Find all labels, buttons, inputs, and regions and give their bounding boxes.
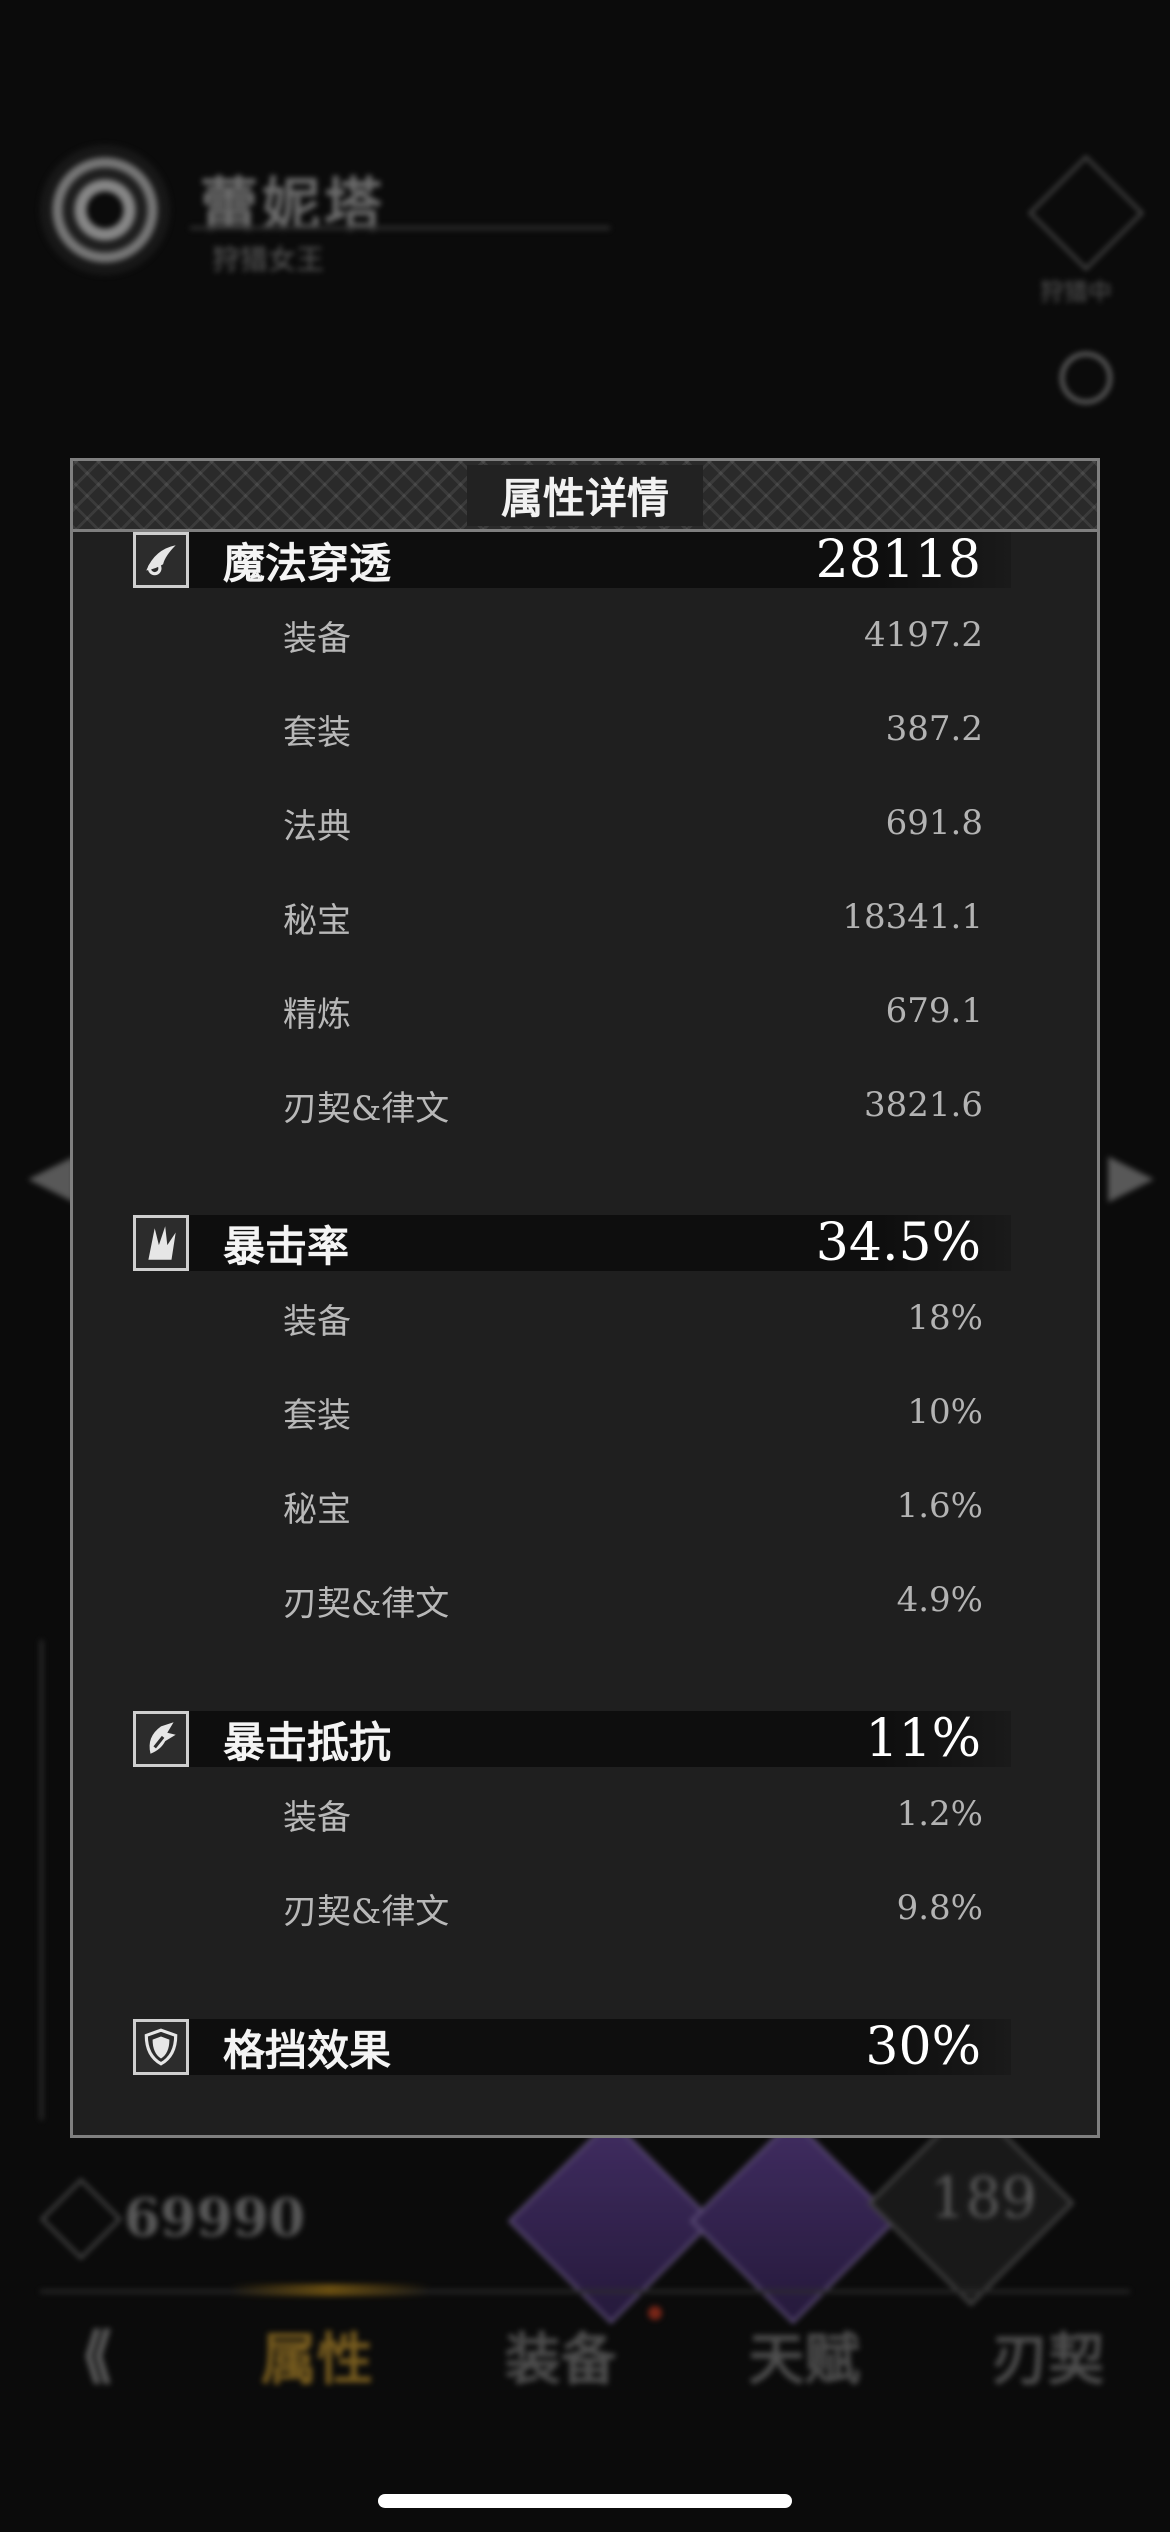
source-value: 1.2% xyxy=(896,1794,983,1834)
character-subtitle: 狩猎女王 xyxy=(212,243,325,276)
tab-equipment[interactable]: 装备 xyxy=(439,2315,683,2396)
source-value: 4.9% xyxy=(896,1580,983,1620)
chevron-left-icon[interactable]: ◀ xyxy=(28,1140,74,1210)
source-value: 18% xyxy=(907,1298,983,1338)
source-value: 9.8% xyxy=(896,1888,983,1928)
stat-section-crit-rate: 暴击率 34.5% xyxy=(133,1213,1011,1273)
bottom-tabbar: ⟪ 属性 装备 天赋 刃契 xyxy=(0,2300,1170,2410)
power-crown-icon xyxy=(39,2177,123,2260)
stat-source-row: 装备 18% xyxy=(283,1293,983,1343)
source-label: 刃契&律文 xyxy=(283,1088,450,1129)
source-label: 秘宝 xyxy=(283,900,351,941)
power-value: 69990 xyxy=(124,2188,305,2249)
stat-name: 格挡效果 xyxy=(223,2025,392,2075)
stat-value: 11% xyxy=(865,1709,981,1769)
stat-source-row: 秘宝 18341.1 xyxy=(283,892,983,942)
source-label: 法典 xyxy=(283,806,351,847)
tabbar-divider xyxy=(40,2290,1130,2293)
stat-source-row: 刃契&律文 4.9% xyxy=(283,1575,983,1625)
source-label: 刃契&律文 xyxy=(283,1891,450,1932)
stat-section-magic-penetration: 魔法穿透 28118 xyxy=(133,532,1011,590)
crit-resist-icon xyxy=(133,1711,189,1767)
hunting-emblem-label: 狩猎中 xyxy=(1040,278,1112,306)
swirl-logo-icon xyxy=(40,145,170,275)
modal-scroll-body[interactable]: 魔法穿透 28118 装备 4197.2 套装 387.2 法典 691.8 秘宝 18… xyxy=(73,532,1097,2135)
level-value: 189 xyxy=(930,2166,1037,2231)
source-value: 10% xyxy=(907,1392,983,1432)
stat-value: 30% xyxy=(865,2017,981,2077)
shield-icon xyxy=(133,2019,189,2075)
crit-rate-icon xyxy=(133,1215,189,1271)
stat-name: 暴击抵抗 xyxy=(223,1717,392,1767)
stat-source-row: 套装 387.2 xyxy=(283,704,983,754)
skill-slot-1[interactable] xyxy=(507,2117,715,2325)
power-display: 69990 xyxy=(39,2177,305,2260)
source-value: 1.6% xyxy=(896,1486,983,1526)
stat-source-row: 装备 1.2% xyxy=(283,1789,983,1839)
stat-name: 魔法穿透 xyxy=(223,538,392,588)
stat-section-crit-resist: 暴击抵抗 11% xyxy=(133,1709,1011,1769)
stat-source-row: 刃契&律文 3821.6 xyxy=(283,1080,983,1130)
source-value: 18341.1 xyxy=(842,897,983,937)
modal-header: 属性详情 xyxy=(73,461,1097,532)
tab-attributes[interactable]: 属性 xyxy=(195,2315,439,2396)
stat-value: 34.5% xyxy=(815,1213,981,1273)
chevron-right-icon[interactable]: ▶ xyxy=(1108,1140,1154,1210)
source-label: 套装 xyxy=(283,1395,351,1436)
active-tab-indicator xyxy=(230,2284,430,2296)
source-label: 套装 xyxy=(283,712,351,753)
source-value: 3821.6 xyxy=(864,1085,983,1125)
magic-penetration-icon xyxy=(133,532,189,588)
tab-talent[interactable]: 天赋 xyxy=(683,2315,927,2396)
tab-blade-pact[interactable]: 刃契 xyxy=(926,2315,1170,2396)
source-label: 装备 xyxy=(283,1797,351,1838)
stat-source-row: 套装 10% xyxy=(283,1387,983,1437)
source-label: 秘宝 xyxy=(283,1489,351,1530)
back-arrow-icon[interactable]: ⟪ xyxy=(0,2320,195,2390)
stat-source-row: 法典 691.8 xyxy=(283,798,983,848)
source-label: 刃契&律文 xyxy=(283,1583,450,1624)
stat-value: 28118 xyxy=(815,532,981,590)
stat-source-row: 刃契&律文 9.8% xyxy=(283,1883,983,1933)
modal-title: 属性详情 xyxy=(466,464,703,526)
stat-source-row: 秘宝 1.6% xyxy=(283,1481,983,1531)
attribute-details-modal: 属性详情 魔法穿透 28118 装备 4197.2 套装 387.2 法典 691.8… xyxy=(70,458,1100,2138)
skill-slot-2[interactable] xyxy=(689,2117,897,2325)
home-indicator[interactable] xyxy=(378,2494,792,2508)
source-value: 679.1 xyxy=(885,991,983,1031)
source-value: 387.2 xyxy=(885,709,983,749)
stat-section-block-effect: 格挡效果 30% xyxy=(133,2017,1011,2077)
stat-source-row: 精炼 679.1 xyxy=(283,986,983,1036)
bell-icon[interactable] xyxy=(1060,352,1112,404)
source-value: 4197.2 xyxy=(864,615,983,655)
stat-name: 暴击率 xyxy=(223,1221,350,1271)
name-divider xyxy=(190,226,610,230)
stat-source-row: 装备 4197.2 xyxy=(283,610,983,660)
source-label: 精炼 xyxy=(283,994,351,1035)
source-label: 装备 xyxy=(283,618,351,659)
source-label: 装备 xyxy=(283,1301,351,1342)
source-value: 691.8 xyxy=(885,803,983,843)
